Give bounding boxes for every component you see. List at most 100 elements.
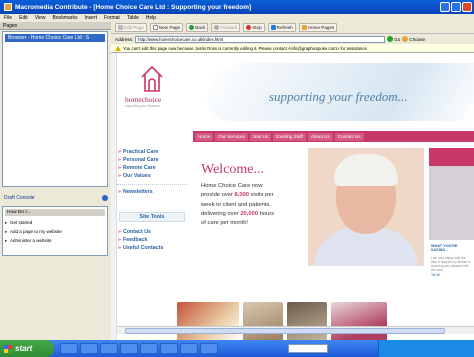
close-button[interactable]	[462, 2, 472, 12]
testimonial-snippet: I am very happy with the help & support …	[431, 256, 471, 272]
horizontal-scrollbar[interactable]	[117, 326, 474, 334]
nav-join-us[interactable]: Join Us	[249, 132, 272, 141]
home-pages-button[interactable]: Home Pages	[298, 23, 338, 32]
web-content: homechoice supporting your freedom suppo…	[111, 53, 474, 340]
sidenav-feedback[interactable]: Feedback	[117, 236, 187, 244]
menu-file[interactable]: File	[4, 15, 12, 21]
taskbar-item[interactable]	[160, 343, 178, 354]
minimize-button[interactable]	[440, 2, 450, 12]
photo-shape	[334, 154, 398, 186]
edit-page-button[interactable]: Edit Page	[115, 23, 147, 32]
sidenav-practical-care[interactable]: Practical Care	[117, 148, 187, 156]
window-title: Macromedia Contribute - [Home Choice Car…	[15, 3, 252, 11]
menu-table[interactable]: Table	[127, 15, 139, 21]
maximize-button[interactable]	[451, 2, 461, 12]
draft-console-label: Draft Console	[4, 195, 35, 201]
nav-about-us[interactable]: About Us	[307, 132, 333, 141]
menu-format[interactable]: Format	[104, 15, 120, 21]
nav-existing-staff[interactable]: Existing Staff	[273, 132, 306, 141]
taskbar-item[interactable]	[80, 343, 98, 354]
stop-label: Stop	[252, 25, 262, 30]
new-page-icon	[152, 25, 158, 30]
sidenav-useful-contacts[interactable]: Useful Contacts	[117, 244, 187, 252]
window-titlebar: Macromedia Contribute - [Home Choice Car…	[0, 0, 474, 14]
stop-button[interactable]: Stop	[243, 23, 265, 32]
menu-view[interactable]: View	[35, 15, 46, 21]
carers-photo	[243, 302, 283, 340]
taskbar-item[interactable]	[200, 343, 218, 354]
nav-contact-us[interactable]: Contact Us	[334, 132, 364, 141]
window-controls	[440, 2, 472, 12]
pencil-icon	[118, 25, 123, 30]
nav-home[interactable]: Home	[195, 132, 214, 141]
taskbar-item[interactable]	[120, 343, 138, 354]
visits-count: 8,000	[234, 192, 250, 199]
draft-console-icon	[102, 195, 108, 201]
pages-header[interactable]: Pages	[0, 22, 111, 30]
forward-label: Forward	[220, 25, 238, 30]
howdo-item[interactable]: Administer a website	[5, 236, 105, 245]
start-label: start	[15, 344, 33, 353]
menu-edit[interactable]: Edit	[19, 15, 28, 21]
house-logo-icon	[141, 65, 163, 92]
welcome-line: delivering over	[201, 210, 241, 217]
sidenav-newsletters[interactable]: Newsletters	[117, 188, 187, 196]
windows-flag-icon	[4, 344, 12, 353]
welcome-line: week to client and patients,	[201, 201, 271, 208]
address-input[interactable]: http://www.homechoicecare.co.uk/index.ht…	[135, 35, 386, 43]
choose-icon	[402, 36, 409, 42]
welcome-text: Home Choice Care now provide over 8,000 …	[201, 182, 311, 228]
taskbar-item[interactable]	[60, 343, 78, 354]
warning-icon	[115, 46, 121, 51]
refresh-button[interactable]: Refresh	[267, 23, 296, 32]
how-do-i-header[interactable]: How Do I...	[5, 209, 105, 216]
sidenav-our-values[interactable]: Our Values	[117, 172, 187, 180]
go-arrow-icon	[387, 36, 394, 42]
go-label: Go	[394, 36, 401, 42]
hours-count: 20,000	[240, 210, 259, 217]
choose-button[interactable]: Choose	[402, 36, 425, 42]
logo-name[interactable]: homechoice	[125, 95, 161, 104]
forward-button[interactable]: Forward	[211, 23, 241, 32]
back-button[interactable]: Back	[186, 23, 209, 32]
start-button[interactable]: start	[0, 340, 54, 357]
new-page-button[interactable]: New Page	[149, 23, 184, 32]
home-pages-label: Home Pages	[307, 25, 335, 30]
howdo-item[interactable]: Get started	[5, 218, 105, 227]
welcome-line: visits per	[249, 192, 274, 199]
menu-help[interactable]: Help	[146, 15, 156, 21]
pages-list: Browser - Home Choice Care Ltd : S	[2, 31, 108, 187]
menu-bookmarks[interactable]: Bookmarks	[52, 15, 77, 21]
draft-console-row[interactable]: Draft Console	[2, 194, 108, 202]
new-page-label: New Page	[158, 25, 181, 30]
menu-bar: File Edit View Bookmarks Insert Format T…	[0, 14, 474, 22]
back-label: Back	[195, 25, 206, 30]
address-bar: Address: http://www.homechoicecare.co.uk…	[111, 34, 474, 44]
testimonial-more-link[interactable]: Tell all	[431, 273, 472, 277]
taskbar-item[interactable]	[140, 343, 158, 354]
taskbar-item[interactable]	[180, 343, 198, 354]
photo-strip	[177, 302, 407, 340]
testimonial-heading: WHAT YOU'RE SAYING...	[431, 244, 458, 252]
sidenav-contact-us[interactable]: Contact Us	[117, 228, 187, 236]
edit-page-label: Edit Page	[124, 25, 144, 30]
welcome-heading: Welcome...	[201, 162, 265, 177]
home-icon	[301, 25, 307, 30]
sidenav-personal-care[interactable]: Personal Care	[117, 156, 187, 164]
couple-photo	[287, 302, 327, 340]
go-button[interactable]: Go	[387, 36, 400, 42]
refresh-label: Refresh	[276, 25, 293, 30]
sidenav-remote-care[interactable]: Remote Care	[117, 164, 187, 172]
app-icon	[4, 3, 12, 11]
taskbar-search-input[interactable]	[288, 344, 328, 353]
howdo-item[interactable]: Add a page to my website	[5, 227, 105, 236]
nav-our-services[interactable]: Our Services	[215, 132, 248, 141]
pages-item-browser[interactable]: Browser - Home Choice Care Ltd : S	[5, 34, 105, 42]
refresh-icon	[270, 25, 276, 30]
welcome-line: hours	[258, 210, 275, 217]
scrollbar-thumb[interactable]	[125, 328, 445, 334]
menu-insert[interactable]: Insert	[84, 15, 97, 21]
taskbar-item[interactable]	[100, 343, 118, 354]
welcome-line: of care per month!	[201, 220, 249, 227]
sidenav-divider	[117, 183, 187, 185]
